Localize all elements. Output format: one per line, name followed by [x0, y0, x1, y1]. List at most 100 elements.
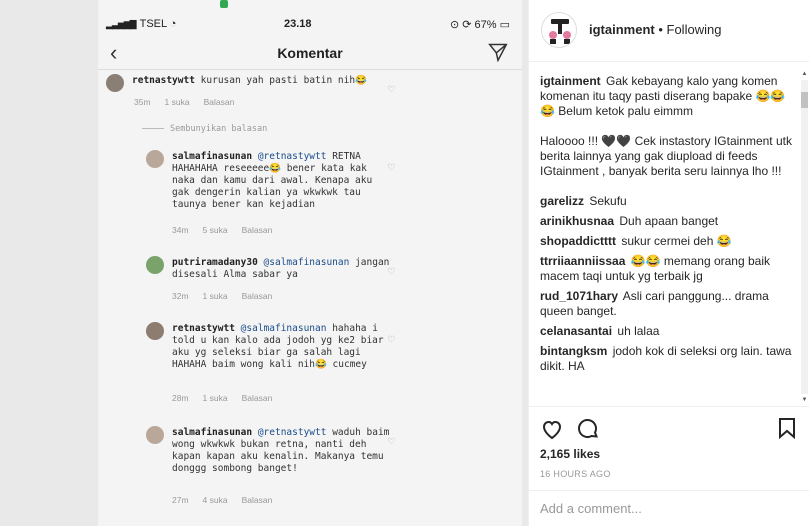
phone-comment-time: 32m [172, 291, 189, 301]
phone-comment-meta: 27m 4 suka Balasan [172, 494, 286, 506]
post-image[interactable]: ▂▃▅▆▇ TSEL ◔ 23.18 ⊙ ⟳ 67% ▭ ‹ Komentar r… [0, 0, 528, 526]
post-header-user: igtainment • Following [589, 22, 721, 37]
paper-plane-icon [488, 43, 508, 62]
phone-comment-body: retnastywtt @salmafinasunan hahaha i tol… [172, 323, 392, 371]
phone-comment-mention: @salmafinasunan [240, 323, 327, 334]
avatar [106, 74, 124, 92]
phone-comment-likes: 1 suka [202, 393, 228, 403]
list-item: bintangksm jodoh kok di seleksi org lain… [540, 344, 792, 374]
battery-indicator: ⊙ ⟳ 67% ▭ [449, 19, 510, 31]
phone-comment-time: 35m [134, 97, 151, 107]
phone-header-title: Komentar [277, 45, 343, 61]
bookmark-icon[interactable] [778, 417, 796, 439]
phone-comment-body: retnastywtt kurusan yah pasti batin nih😂 [132, 75, 452, 87]
phone-comment-body: salmafinasunan @retnastywtt waduh baim w… [172, 427, 392, 475]
phone-comment-mention: @retnastywtt [257, 427, 327, 438]
notification-icon [220, 0, 228, 8]
phone-comment-user: retnastywtt [172, 323, 235, 334]
phone-comment-reply: Balasan [241, 495, 273, 505]
phone-comment-meta: 34m 5 suka Balasan [172, 224, 286, 236]
caption-paragraph: igtainment Gak kebayang kalo yang komen … [540, 74, 792, 119]
comment-text: Sekufu [589, 194, 627, 208]
comment-text: uh lalaa [617, 324, 660, 338]
list-item: celanasantai uh lalaa [540, 324, 792, 339]
scroll-up-arrow-icon[interactable]: ▲ [801, 70, 808, 78]
list-item: shopaddictttt sukur cermei deh 😂 [540, 234, 792, 249]
phone-comment-mention: @salmafinasunan [263, 257, 350, 268]
comments-list: igtainment Gak kebayang kalo yang komen … [540, 74, 792, 379]
phone-comment-reply: Balasan [241, 393, 273, 403]
comment-username-link[interactable]: shopaddictttt [540, 234, 616, 248]
phone-clock: 23.18 [284, 18, 312, 30]
phone-comment-user: salmafinasunan [172, 427, 253, 438]
phone-comment-likes: 1 suka [164, 97, 190, 107]
heart-outline-icon: ♡ [388, 265, 395, 278]
following-button[interactable]: Following [667, 22, 722, 37]
phone-comment: retnastywtt kurusan yah pasti batin nih😂… [106, 74, 506, 114]
battery-level: 67% [474, 19, 497, 31]
avatar [146, 150, 164, 168]
phone-comment-likes: 5 suka [202, 225, 228, 235]
comment-username-link[interactable]: ttrriiaanniissaa [540, 254, 625, 268]
phone-comment-time: 34m [172, 225, 189, 235]
heart-outline-icon: ♡ [388, 333, 395, 346]
phone-status-bar: ▂▃▅▆▇ TSEL ◔ 23.18 ⊙ ⟳ 67% ▭ [98, 14, 522, 36]
comment-username-link[interactable]: arinikhusnaa [540, 214, 614, 228]
comment-username-link[interactable]: garelizz [540, 194, 584, 208]
scroll-thumb[interactable] [801, 92, 808, 108]
list-item: ttrriiaanniissaa 😂😂 memang orang baik ma… [540, 254, 792, 284]
likes-count[interactable]: 2,165 likes [540, 447, 600, 461]
list-item: rud_1071hary Asli cari panggung... drama… [540, 289, 792, 319]
caption-username-link[interactable]: igtainment [540, 74, 601, 88]
avatar[interactable] [541, 12, 577, 48]
add-comment-bar [529, 490, 809, 526]
post-header: igtainment • Following [529, 0, 809, 62]
scroll-track[interactable] [801, 80, 808, 394]
phone-comment: salmafinasunan @retnastywtt RETNA HAHAHA… [146, 150, 506, 238]
phone-comment: retnastywtt @salmafinasunan hahaha i tol… [146, 322, 506, 408]
phone-comment-time: 27m [172, 495, 189, 505]
phone-comment-time: 28m [172, 393, 189, 403]
comment-username-link[interactable]: celanasantai [540, 324, 612, 338]
avatar [146, 322, 164, 340]
carrier-label: ▂▃▅▆▇ TSEL ◔ [106, 18, 176, 30]
post-side-panel: igtainment • Following igtainment Gak ke… [528, 0, 809, 526]
phone-comment-mention: @retnastywtt [257, 151, 327, 162]
separator-dot: • [654, 22, 667, 37]
instagram-post-view: ▂▃▅▆▇ TSEL ◔ 23.18 ⊙ ⟳ 67% ▭ ‹ Komentar r… [0, 0, 809, 526]
phone-comment-likes: 1 suka [202, 291, 228, 301]
wifi-icon: ◔ [169, 18, 177, 30]
comments-scrollbar[interactable]: ▲ ▼ [801, 70, 808, 404]
phone-comment-text: kurusan yah pasti batin nih😂 [200, 75, 367, 86]
comment-text: Duh apaan banget [619, 214, 719, 228]
phone-comment-meta: 32m 1 suka Balasan [172, 290, 286, 302]
phone-comment: putriramadany30 @salmafinasunan jangan d… [146, 256, 506, 302]
hide-replies-link: Sembunyikan balasan [142, 124, 267, 134]
avatar [146, 256, 164, 274]
phone-comment-user: putriramadany30 [172, 257, 258, 268]
post-caption: igtainment Gak kebayang kalo yang komen … [540, 74, 792, 179]
speech-bubble-icon[interactable] [576, 417, 600, 441]
post-timestamp[interactable]: 16 HOURS AGO [540, 469, 611, 479]
avatar [146, 426, 164, 444]
heart-outline-icon: ♡ [388, 83, 395, 96]
comment-username-link[interactable]: bintangksm [540, 344, 607, 358]
phone-comment-meta: 35m 1 suka Balasan [134, 96, 248, 108]
phone-comment: salmafinasunan @retnastywtt waduh baim w… [146, 426, 506, 512]
heart-outline-icon[interactable] [540, 417, 564, 441]
phone-comment-reply: Balasan [203, 97, 235, 107]
phone-comment-user: salmafinasunan [172, 151, 253, 162]
igtainment-logo-icon [549, 19, 571, 44]
scroll-down-arrow-icon[interactable]: ▼ [801, 396, 808, 404]
list-item: arinikhusnaa Duh apaan banget [540, 214, 792, 229]
post-username-link[interactable]: igtainment [589, 22, 655, 37]
comments-section[interactable]: igtainment Gak kebayang kalo yang komen … [529, 62, 809, 406]
phone-comment-meta: 28m 1 suka Balasan [172, 392, 286, 404]
phone-comment-body: salmafinasunan @retnastywtt RETNA HAHAHA… [172, 151, 392, 211]
phone-comment-body: putriramadany30 @salmafinasunan jangan d… [172, 257, 392, 281]
heart-outline-icon: ♡ [388, 161, 395, 174]
phone-comment-reply: Balasan [241, 225, 273, 235]
phone-comment-reply: Balasan [241, 291, 273, 301]
add-comment-input[interactable] [540, 501, 780, 516]
comment-username-link[interactable]: rud_1071hary [540, 289, 618, 303]
